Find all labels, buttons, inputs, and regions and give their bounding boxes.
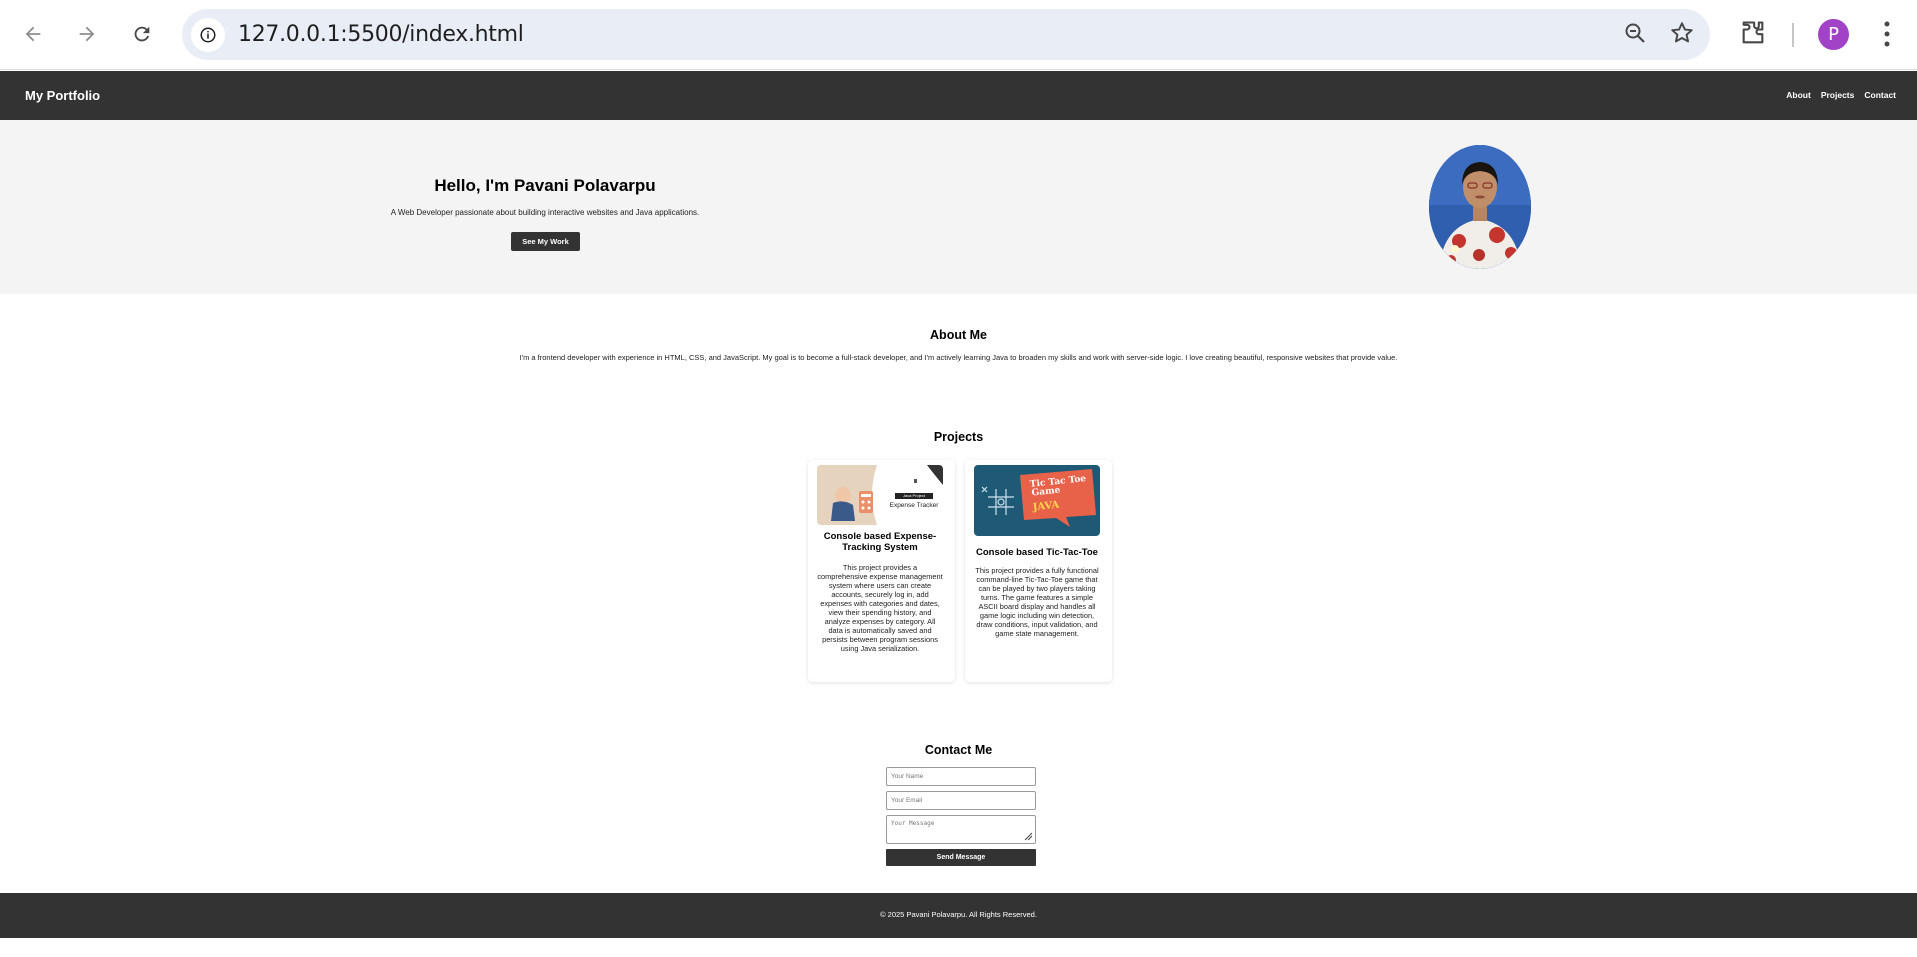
project-card-expense[interactable]: Java Project Expense Tracker Console bas… — [808, 460, 955, 682]
project-description: This project provides a fully functional… — [975, 566, 1099, 638]
profile-photo — [1429, 145, 1531, 269]
address-bar[interactable]: 127.0.0.1:5500/index.html — [182, 9, 1710, 60]
site-footer: © 2025 Pavani Polavarpu. All Rights Rese… — [0, 893, 1917, 938]
site-navbar: My Portfolio About Projects Contact — [0, 71, 1917, 120]
hero-subtitle: A Web Developer passionate about buildin… — [390, 208, 700, 217]
contact-title: Contact Me — [924, 743, 993, 757]
nav-link-contact[interactable]: Contact — [1864, 90, 1896, 100]
star-icon[interactable] — [1669, 20, 1695, 51]
project-title: Console based Expense-Tracking System — [823, 531, 937, 553]
project-card-tictactoe[interactable]: Tic Tac Toe Game JAVA Console based Tic-… — [965, 460, 1112, 682]
hero-section: Hello, I'm Pavani Polavarpu A Web Develo… — [0, 120, 1917, 294]
nav-link-projects[interactable]: Projects — [1821, 90, 1855, 100]
resize-handle-icon[interactable] — [1024, 832, 1033, 841]
site-brand[interactable]: My Portfolio — [25, 88, 100, 103]
see-my-work-button[interactable]: See My Work — [511, 232, 580, 251]
send-message-button[interactable]: Send Message — [886, 849, 1036, 866]
browser-toolbar: 127.0.0.1:5500/index.html P — [0, 0, 1917, 70]
project-description: This project provides a comprehensive ex… — [817, 563, 943, 653]
thumb-label-expense-tracker: Expense Tracker — [889, 502, 939, 509]
forward-arrow-icon[interactable] — [69, 16, 105, 52]
message-textarea[interactable]: Your Message — [886, 815, 1036, 844]
extensions-icon[interactable] — [1739, 18, 1767, 53]
about-text: I'm a frontend developer with experience… — [519, 353, 1398, 362]
name-input[interactable]: Your Name — [886, 767, 1036, 786]
about-title: About Me — [930, 328, 987, 342]
nav-links: About Projects Contact — [1786, 90, 1896, 100]
zoom-out-icon[interactable] — [1623, 21, 1647, 50]
reload-icon[interactable] — [124, 16, 160, 52]
more-vert-icon[interactable] — [1882, 20, 1892, 53]
url-text[interactable]: 127.0.0.1:5500/index.html — [238, 22, 524, 47]
project-title: Console based Tic-Tac-Toe — [976, 547, 1098, 558]
info-icon[interactable] — [191, 18, 225, 52]
message-placeholder: Your Message — [891, 820, 935, 827]
email-input[interactable]: Your Email — [886, 791, 1036, 810]
expense-tracker-thumbnail: Java Project Expense Tracker — [817, 465, 943, 525]
toolbar-divider — [1792, 23, 1794, 47]
back-arrow-icon[interactable] — [15, 16, 51, 52]
projects-title: Projects — [933, 430, 984, 444]
profile-avatar[interactable]: P — [1818, 19, 1849, 50]
footer-copyright: © 2025 Pavani Polavarpu. All Rights Rese… — [880, 910, 1037, 919]
tic-tac-toe-thumbnail: Tic Tac Toe Game JAVA — [974, 465, 1100, 536]
thumb-label-java-project: Java Project — [895, 493, 933, 499]
page-bottom-strip — [0, 938, 1917, 957]
hero-title: Hello, I'm Pavani Polavarpu — [434, 176, 656, 195]
nav-link-about[interactable]: About — [1786, 90, 1811, 100]
